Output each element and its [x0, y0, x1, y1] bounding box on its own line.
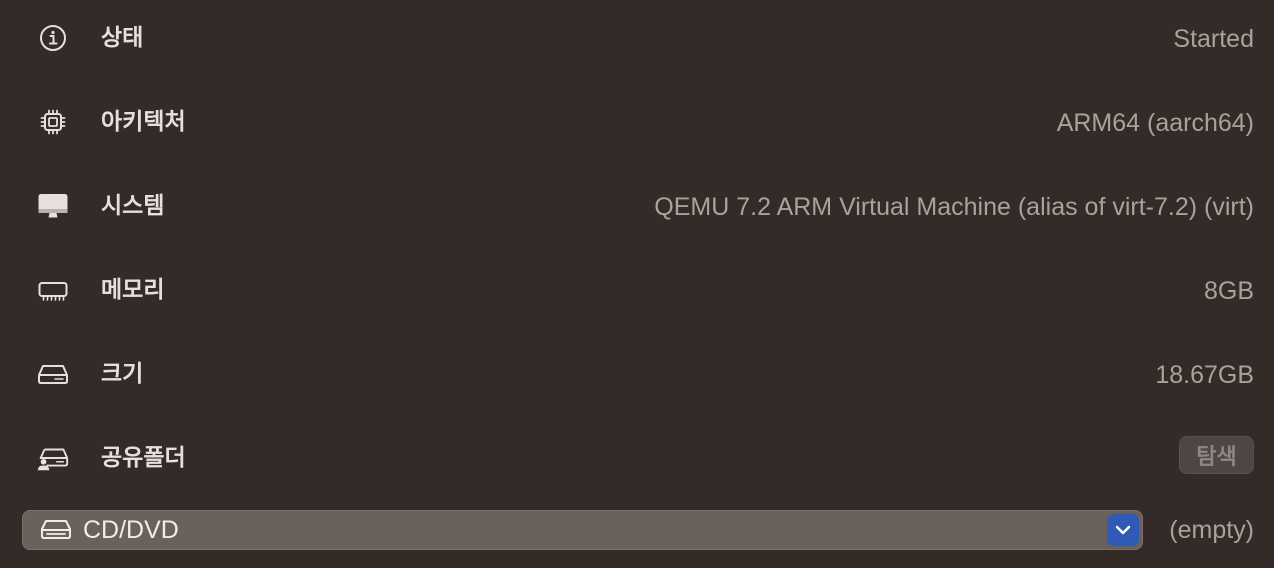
system-row: 시스템 QEMU 7.2 ARM Virtual Machine (alias …: [0, 176, 1274, 236]
memory-label: 메모리: [101, 277, 165, 303]
size-row: 크기 18.67GB: [0, 344, 1274, 404]
memory-module-icon: [36, 275, 70, 305]
status-value: Started: [1173, 25, 1254, 53]
size-label: 크기: [101, 361, 144, 387]
architecture-label: 아키텍처: [101, 109, 186, 135]
memory-value: 8GB: [1203, 277, 1254, 305]
memory-row: 메모리 8GB: [0, 260, 1274, 320]
chevron-down-icon[interactable]: [1107, 514, 1139, 546]
cpu-chip-icon: [36, 107, 70, 137]
status-row: 상태 Started: [0, 8, 1274, 68]
optical-drive-icon: [39, 519, 73, 541]
architecture-row: 아키텍처 ARM64 (aarch64): [0, 92, 1274, 152]
architecture-value: ARM64 (aarch64): [1056, 109, 1254, 137]
cd-dvd-label: CD/DVD: [83, 516, 179, 544]
system-label: 시스템: [101, 193, 165, 219]
vm-details-panel: 상태 Started 아키텍처 ARM64 (aarch64) 시스템 QEMU…: [0, 0, 1274, 568]
cd-dvd-value: (empty): [1169, 516, 1254, 544]
browse-button[interactable]: 탐색: [1179, 436, 1254, 474]
desktop-display-icon: [36, 191, 70, 221]
system-value: QEMU 7.2 ARM Virtual Machine (alias of v…: [654, 193, 1254, 221]
cd-dvd-select[interactable]: CD/DVD: [22, 510, 1143, 550]
info-circle-icon: [36, 23, 70, 53]
shared-folder-label: 공유폴더: [101, 445, 186, 471]
shared-folder-row: 공유폴더 탐색: [0, 428, 1274, 488]
hard-drive-icon: [36, 359, 70, 389]
shared-drive-icon: [36, 443, 70, 473]
status-label: 상태: [101, 25, 144, 51]
size-value: 18.67GB: [1155, 361, 1254, 389]
